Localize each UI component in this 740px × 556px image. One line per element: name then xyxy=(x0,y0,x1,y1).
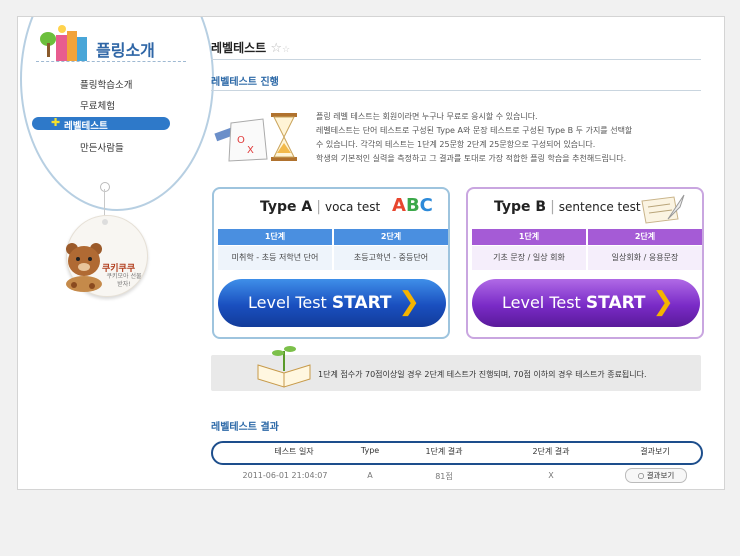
type-a-stage2-desc: 초등고학년 - 중등단어 xyxy=(334,246,448,270)
page-frame: 플링소개 플링학습소개 무료체험 ✚ 레벨테스트 만든사람들 쿠키쿠쿠 쿠키모아… xyxy=(17,16,725,490)
tag-subtitle: 쿠키모아 선물받자! xyxy=(106,273,142,288)
type-a-start-button[interactable]: Level Test START ❯ xyxy=(218,279,446,327)
col-header-date: 테스트 일자 xyxy=(274,447,314,456)
view-result-label: 결과보기 xyxy=(646,471,675,480)
sidebar-divider xyxy=(36,61,186,62)
sidebar-title: 플링소개 xyxy=(96,41,155,60)
section-title-progress: 레벨테스트 진행 xyxy=(211,77,279,88)
type-a-start-label: Level Test START xyxy=(248,293,392,313)
scroll-quill-icon xyxy=(641,194,685,224)
intro-text: 플링 레벨 테스트는 회원이라면 누구나 무료로 응시할 수 있습니다. 레벨테… xyxy=(316,110,708,166)
type-a-stage1-header: 1단계 xyxy=(218,229,332,245)
type-b-stage1-header: 1단계 xyxy=(472,229,586,245)
open-book-plant-icon xyxy=(257,346,311,388)
title-divider xyxy=(211,59,701,60)
star-icon: ☆ xyxy=(270,41,283,56)
col-header-stage1: 1단계 결과 xyxy=(425,447,463,456)
bear-mascot-icon xyxy=(66,243,102,292)
col-header-view: 결과보기 xyxy=(640,447,670,456)
small-star-icon: ☆ xyxy=(282,45,291,55)
notice-text: 1단계 점수가 70점이상일 경우 2단계 테스트가 진행되며, 70점 이하의… xyxy=(318,370,647,379)
type-b-stage1-desc: 기초 문장 / 일상 회화 xyxy=(472,246,586,270)
circle-icon: ○ xyxy=(637,471,645,480)
type-a-card: Type A | voca test ABC 1단계 2단계 미취학 - 초등 저학… xyxy=(212,187,450,339)
tag-hole xyxy=(102,219,108,225)
type-b-start-label: Level Test START xyxy=(502,293,646,313)
view-result-button[interactable]: ○ 결과보기 xyxy=(625,468,687,483)
sidebar-item-level-test-label: 레벨테스트 xyxy=(64,121,108,132)
abc-blocks-icon: ABC xyxy=(392,195,433,216)
result-stage2: X xyxy=(548,471,554,480)
intro-line-1: 플링 레벨 테스트는 회원이라면 누구나 무료로 응시할 수 있습니다. xyxy=(316,112,538,121)
arrow-right-icon: ❯ xyxy=(652,287,674,317)
col-header-stage2: 2단계 결과 xyxy=(532,447,570,456)
test-paper-hourglass-icon: O X xyxy=(214,113,297,162)
intro-line-4: 학생의 기본적인 실력을 측정하고 그 결과를 토대로 가장 적합한 플링 학습… xyxy=(316,154,627,163)
result-stage1: 81점 xyxy=(435,472,453,481)
sidebar-item-free-trial[interactable]: 무료체험 xyxy=(80,98,200,112)
intro-line-2: 레벨테스트는 단어 테스트로 구성된 Type A와 문장 테스트로 구성된 T… xyxy=(316,126,633,135)
svg-text:X: X xyxy=(247,145,254,156)
section-title-results: 레벨테스트 결과 xyxy=(211,422,279,433)
tag-ring xyxy=(100,182,110,192)
type-b-stage2-desc: 일상회화 / 응용문장 xyxy=(588,246,702,270)
type-a-stage1-desc: 미취학 - 초등 저학년 단어 xyxy=(218,246,332,270)
sidebar-item-program-intro[interactable]: 플링학습소개 xyxy=(80,77,200,91)
svg-text:O: O xyxy=(237,135,245,146)
type-b-stage2-header: 2단계 xyxy=(588,229,702,245)
section-divider xyxy=(211,90,701,91)
col-header-type: Type xyxy=(360,446,380,455)
type-a-stage2-header: 2단계 xyxy=(334,229,448,245)
intro-line-3: 수 있습니다. 각각의 테스트는 1단계 25문항 2단계 25문항으로 구성되… xyxy=(316,140,596,149)
page-title: 레벨테스트 ☆☆ xyxy=(211,41,291,56)
type-a-title: Type A | voca test xyxy=(260,199,381,215)
type-b-card: Type B | sentence test 1단계 2단계 기초 문장 / 일상 … xyxy=(466,187,704,339)
arrow-right-icon: ❯ xyxy=(398,287,420,317)
books-logo-icon xyxy=(40,25,87,61)
result-date: 2011-06-01 21:04:07 xyxy=(242,471,328,480)
sidebar-item-makers[interactable]: 만든사람들 xyxy=(80,140,200,154)
result-type: A xyxy=(367,471,373,480)
type-b-start-button[interactable]: Level Test START ❯ xyxy=(472,279,700,327)
plus-icon: ✚ xyxy=(51,116,61,129)
type-b-title: Type B | sentence test xyxy=(494,199,641,215)
